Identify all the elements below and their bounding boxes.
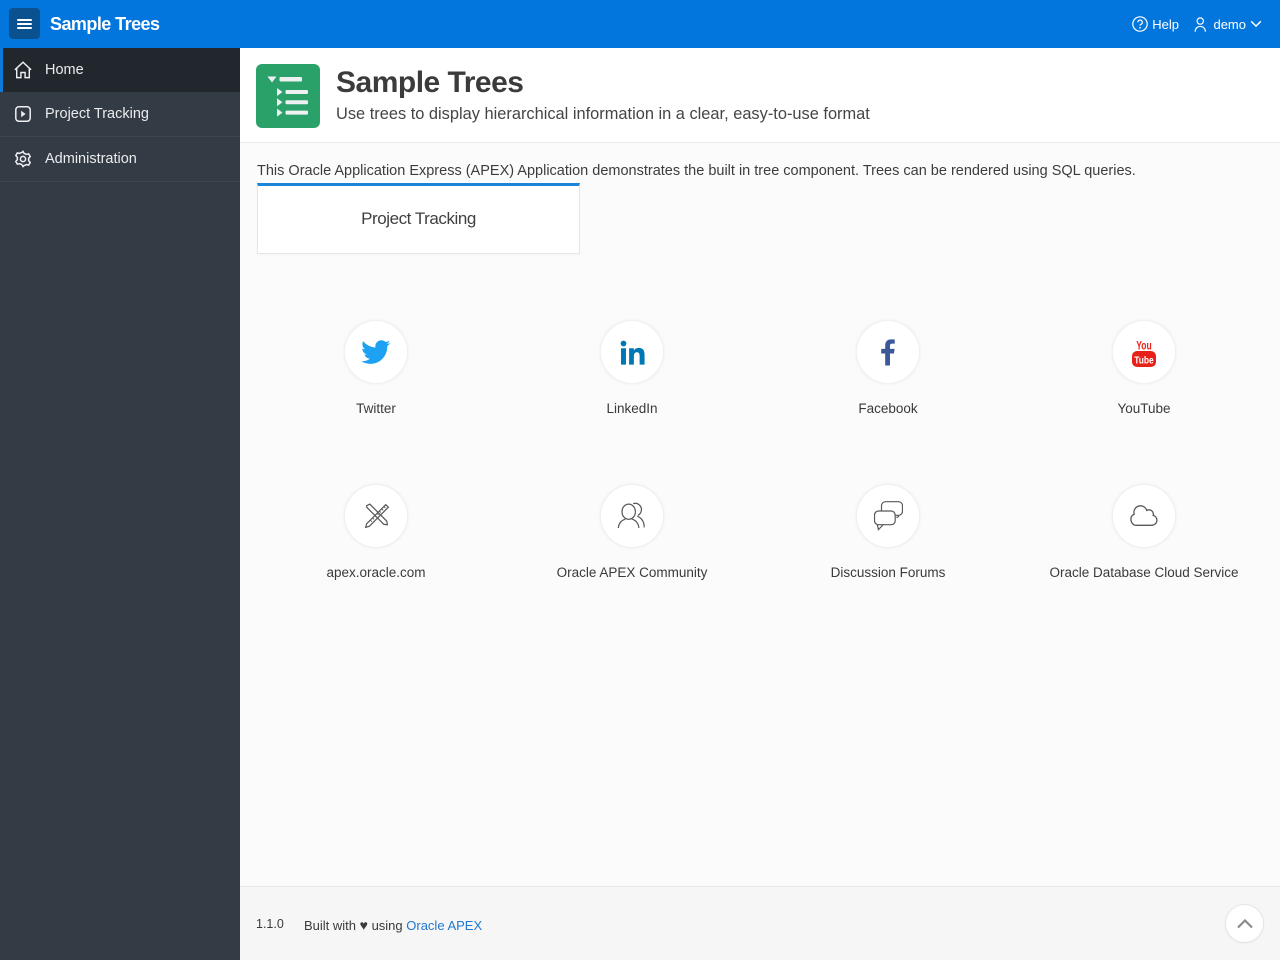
svg-text:You: You [1136, 341, 1152, 353]
svg-text:Tube: Tube [1134, 355, 1154, 367]
